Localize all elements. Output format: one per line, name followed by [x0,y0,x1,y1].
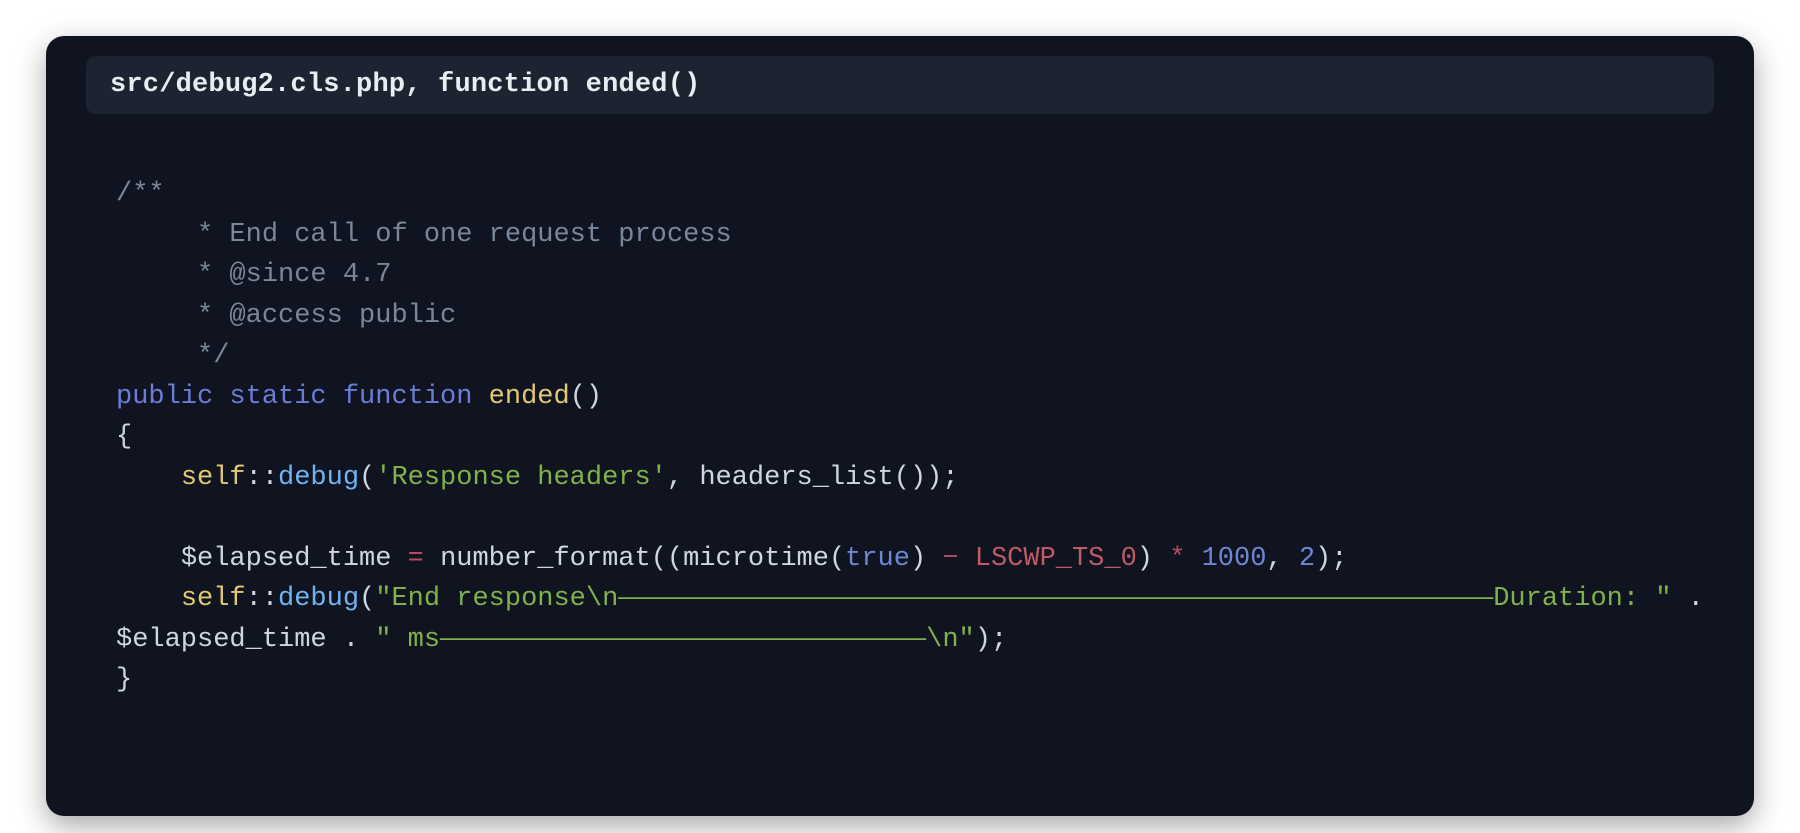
var: $elapsed_time [181,544,392,574]
code-block: /** * End call of one request process * … [46,114,1754,741]
code-card: src/debug2.cls.php, function ended() /**… [46,36,1754,816]
comment-line: */ [116,341,229,371]
fn-call: headers_list [699,463,893,493]
string: "End response\n—————————————————————————… [375,584,1671,614]
comment-line: /** [116,179,165,209]
kw-function: function [343,382,473,412]
comment-line: * @access public [116,301,456,331]
punc: ; [942,463,958,493]
op: = [408,544,424,574]
method-debug: debug [278,584,359,614]
punc: . [1688,584,1704,614]
punc: ) [586,382,602,412]
fn-call: number_format [440,544,651,574]
code-pre: /** * End call of one request process * … [116,174,1714,701]
punc: ) [910,463,926,493]
punc: ( [570,382,586,412]
op: − [942,544,958,574]
punc: ) [975,625,991,655]
fn-call: microtime [683,544,829,574]
punc: , [667,463,683,493]
punc: ( [829,544,845,574]
punc: , [1266,544,1282,574]
punc: ( [651,544,667,574]
kw-self: self [181,463,246,493]
punc: ; [1331,544,1347,574]
method-debug: debug [278,463,359,493]
comment-line: * @since 4.7 [116,260,391,290]
indent [116,584,181,614]
punc: ) [926,463,942,493]
string: 'Response headers' [375,463,667,493]
indent [116,463,181,493]
punc: } [116,665,132,695]
num: 2 [1299,544,1315,574]
bool: true [845,544,910,574]
punc: . [343,625,359,655]
var: $elapsed_time [116,625,327,655]
comment-line: * End call of one request process [116,220,732,250]
fn-name: ended [489,382,570,412]
kw-self: self [181,584,246,614]
indent [116,544,181,574]
string: " ms——————————————————————————————\n" [375,625,975,655]
scope: :: [246,584,278,614]
num: 1000 [1202,544,1267,574]
punc: ( [359,584,375,614]
kw-static: static [229,382,326,412]
file-title: src/debug2.cls.php, function ended() [86,56,1714,114]
const: LSCWP_TS_0 [975,544,1137,574]
punc: ) [1137,544,1153,574]
punc: ) [1315,544,1331,574]
scope: :: [246,463,278,493]
space [683,463,699,493]
op: * [1169,544,1185,574]
punc: ( [894,463,910,493]
punc: ( [667,544,683,574]
punc: ) [910,544,926,574]
punc: ; [991,625,1007,655]
punc: { [116,422,132,452]
kw-public: public [116,382,213,412]
punc: ( [359,463,375,493]
